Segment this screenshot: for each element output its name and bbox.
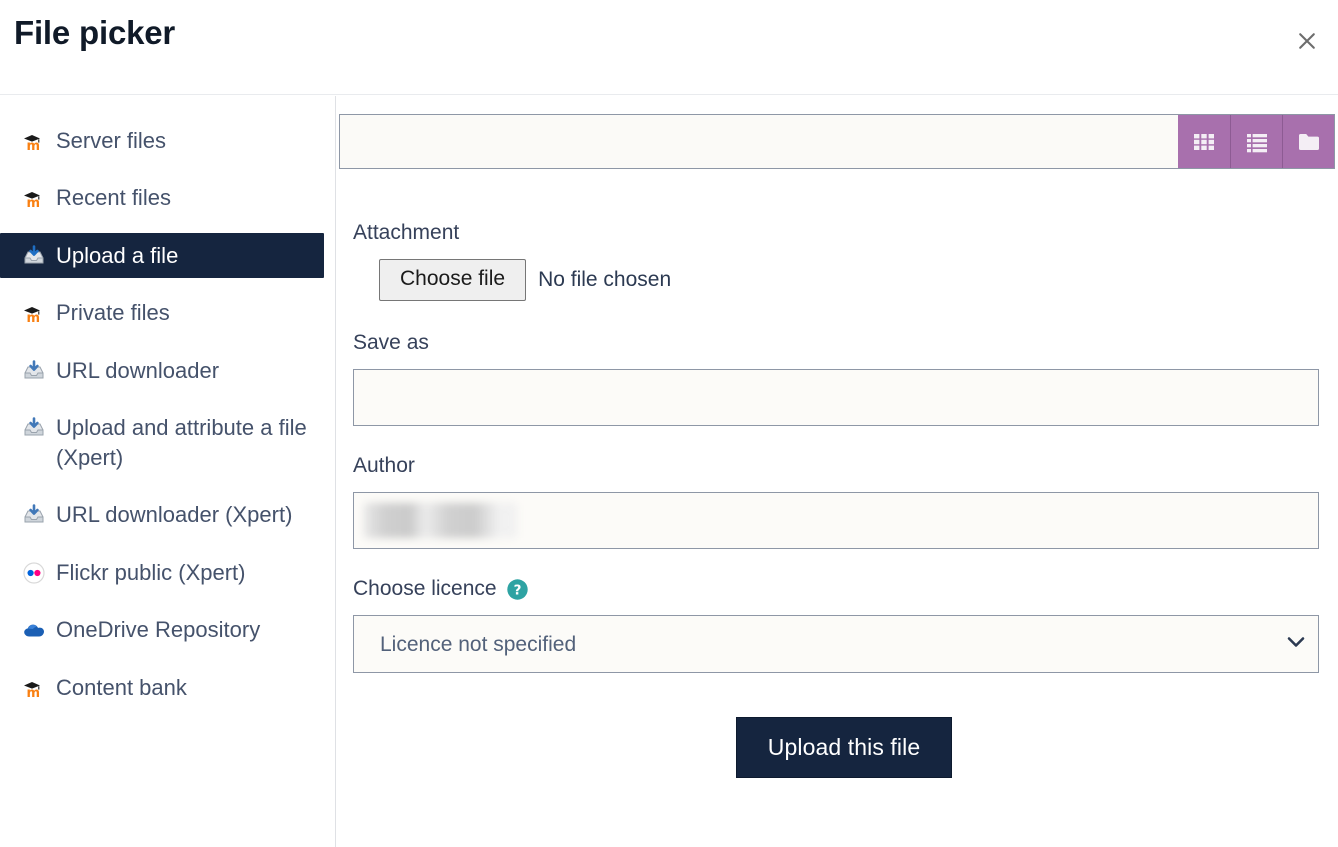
sidebar-item-label: OneDrive Repository <box>56 617 261 643</box>
sidebar-item-label: Flickr public (Xpert) <box>56 559 246 585</box>
sidebar-item-url-downloader[interactable]: URL downloader <box>0 348 335 393</box>
licence-field-group: Choose licence ? Licence not specified <box>353 577 1335 673</box>
choose-file-button[interactable]: Choose file <box>379 259 527 301</box>
file-picker-dialog: File picker m Server files m Recent file… <box>0 0 1338 847</box>
list-icon <box>1244 129 1270 155</box>
grid-icon <box>1191 129 1217 155</box>
sidebar-item-url-downloader-xpert[interactable]: URL downloader (Xpert) <box>0 492 335 537</box>
licence-select[interactable]: Licence not specified <box>353 615 1319 673</box>
close-button[interactable] <box>1288 22 1326 60</box>
save-as-field-group: Save as <box>353 331 1335 426</box>
sidebar-item-label: URL downloader <box>56 357 220 383</box>
download-tray-icon <box>22 503 46 527</box>
attachment-label: Attachment <box>353 221 460 244</box>
sidebar-item-label: Upload and attribute a file (Xpert) <box>56 415 307 470</box>
file-input-row: Choose file No file chosen <box>379 259 1335 301</box>
list-view-button[interactable] <box>1230 115 1282 168</box>
flickr-icon <box>22 561 46 585</box>
save-as-input[interactable] <box>353 369 1319 426</box>
moodle-m-icon: m <box>22 301 46 325</box>
sidebar-item-label: Private files <box>56 300 170 326</box>
download-tray-icon <box>22 359 46 383</box>
sidebar-item-label: Recent files <box>56 185 171 211</box>
sidebar-item-upload-a-file[interactable]: Upload a file <box>0 232 324 279</box>
sidebar-item-label: Server files <box>56 128 167 153</box>
svg-text:m: m <box>27 686 41 700</box>
author-input[interactable] <box>353 492 1319 549</box>
page-title: File picker <box>14 14 176 51</box>
svg-text:?: ? <box>513 582 521 598</box>
folder-icon <box>1296 129 1322 155</box>
moodle-m-icon: m <box>22 186 46 210</box>
upload-tray-icon <box>22 244 46 268</box>
svg-text:m: m <box>27 311 41 325</box>
download-tray-icon <box>22 416 46 440</box>
submit-row: Upload this file <box>353 717 1335 778</box>
attachment-field-group: Attachment Choose file No file chosen <box>353 221 1335 301</box>
svg-text:m: m <box>27 196 41 210</box>
tree-view-button[interactable] <box>1282 115 1334 168</box>
moodle-m-icon: m <box>22 129 46 153</box>
sidebar-item-label: Upload a file <box>56 242 179 268</box>
author-label: Author <box>353 454 415 477</box>
repository-toolbar <box>339 114 1335 169</box>
sidebar-item-recent-files[interactable]: m Recent files <box>0 175 335 220</box>
save-as-label: Save as <box>353 331 429 354</box>
sidebar-item-label: Content bank <box>56 674 187 700</box>
onedrive-cloud-icon <box>22 618 46 642</box>
sidebar-item-private-files[interactable]: m Private files <box>0 290 335 335</box>
sidebar-item-server-files[interactable]: m Server files <box>0 118 335 163</box>
help-circle-icon[interactable]: ? <box>506 578 529 601</box>
upload-this-file-button[interactable]: Upload this file <box>735 717 953 778</box>
file-picker-main-panel: Attachment Choose file No file chosen Sa… <box>337 96 1338 847</box>
dialog-header: File picker <box>0 0 1338 95</box>
moodle-m-icon: m <box>22 676 46 700</box>
sidebar-item-flickr-public-xpert[interactable]: Flickr public (Xpert) <box>0 550 335 595</box>
author-field-group: Author <box>353 454 1335 549</box>
view-mode-button-group <box>1178 115 1334 168</box>
sidebar-item-label: URL downloader (Xpert) <box>56 502 293 528</box>
sidebar-item-onedrive-repository[interactable]: OneDrive Repository <box>0 607 335 652</box>
grid-view-button[interactable] <box>1178 115 1230 168</box>
sidebar-item-content-bank[interactable]: m Content bank <box>0 665 335 710</box>
licence-label: Choose licence <box>353 577 497 600</box>
sidebar-item-upload-and-attribute-a-file-xpert[interactable]: Upload and attribute a file (Xpert) <box>0 405 335 480</box>
upload-form: Attachment Choose file No file chosen Sa… <box>353 221 1335 778</box>
no-file-chosen-text: No file chosen <box>538 268 672 291</box>
close-icon <box>1297 31 1317 51</box>
svg-text:m: m <box>27 139 41 153</box>
repository-sidebar: m Server files m Recent files Upload a f… <box>0 96 336 847</box>
